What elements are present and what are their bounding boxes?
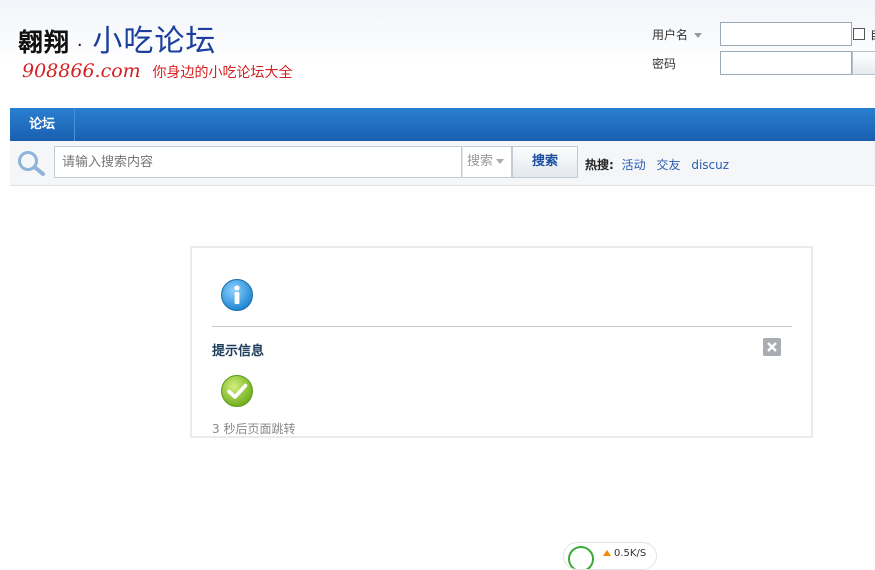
search-input[interactable] <box>54 146 462 178</box>
redirect-countdown: 3 秒后页面跳转 <box>212 422 296 436</box>
nav-item-forum[interactable]: 论坛 <box>10 108 75 141</box>
password-input[interactable] <box>720 51 852 75</box>
remember-label: 自 <box>870 26 875 43</box>
chevron-down-icon <box>694 33 703 38</box>
site-logo[interactable]: 翱翔 · 小吃论坛 908866.com 你身边的小吃论坛大全 <box>12 10 293 95</box>
search-type-label: 搜索 <box>467 154 494 169</box>
logo-domain: 908866.com <box>22 60 141 82</box>
remember-checkbox[interactable] <box>853 28 865 40</box>
chevron-down-icon <box>496 159 505 164</box>
logo-title: 小吃论坛 <box>92 24 217 59</box>
success-check-icon <box>221 375 253 407</box>
username-input[interactable] <box>720 22 852 46</box>
hot-link-discuz[interactable]: discuz <box>691 158 729 172</box>
hot-searches: 热搜: 活动 交友 discuz <box>585 156 736 173</box>
logo-tagline: 你身边的小吃论坛大全 <box>152 65 293 81</box>
speed-widget[interactable]: 0.5K/S <box>563 542 657 570</box>
close-icon[interactable] <box>763 338 781 356</box>
message-dialog: 提示信息 3 秒后页面跳转 <box>190 246 813 438</box>
site-header: 翱翔 · 小吃论坛 908866.com 你身边的小吃论坛大全 用户名 自 密码 <box>0 0 875 108</box>
username-type-select[interactable]: 用户名 <box>652 26 703 43</box>
logo-line-2: 908866.com 你身边的小吃论坛大全 <box>22 60 293 82</box>
logo-separator: · <box>76 35 83 56</box>
speed-text: 0.5K/S <box>614 548 647 559</box>
info-icon <box>221 279 253 311</box>
hot-link-friends[interactable]: 交友 <box>656 158 680 172</box>
upload-arrow-icon <box>603 550 611 556</box>
search-bar: 搜索 搜索 热搜: 活动 交友 discuz <box>10 141 875 186</box>
username-label: 用户名 <box>652 28 689 42</box>
search-icon <box>18 151 45 176</box>
main-nav: 论坛 <box>10 108 875 141</box>
speed-ring-icon <box>568 546 594 569</box>
logo-line-1: 翱翔 · 小吃论坛 <box>18 16 216 60</box>
logo-brand: 翱翔 <box>18 28 71 57</box>
message-title: 提示信息 <box>212 344 265 359</box>
login-button[interactable] <box>852 51 875 75</box>
password-label: 密码 <box>652 57 677 71</box>
hot-searches-label: 热搜: <box>585 158 614 172</box>
hot-link-activity[interactable]: 活动 <box>622 158 646 172</box>
search-type-select[interactable]: 搜索 <box>462 146 512 178</box>
search-button[interactable]: 搜索 <box>512 146 578 178</box>
message-divider <box>212 326 792 327</box>
